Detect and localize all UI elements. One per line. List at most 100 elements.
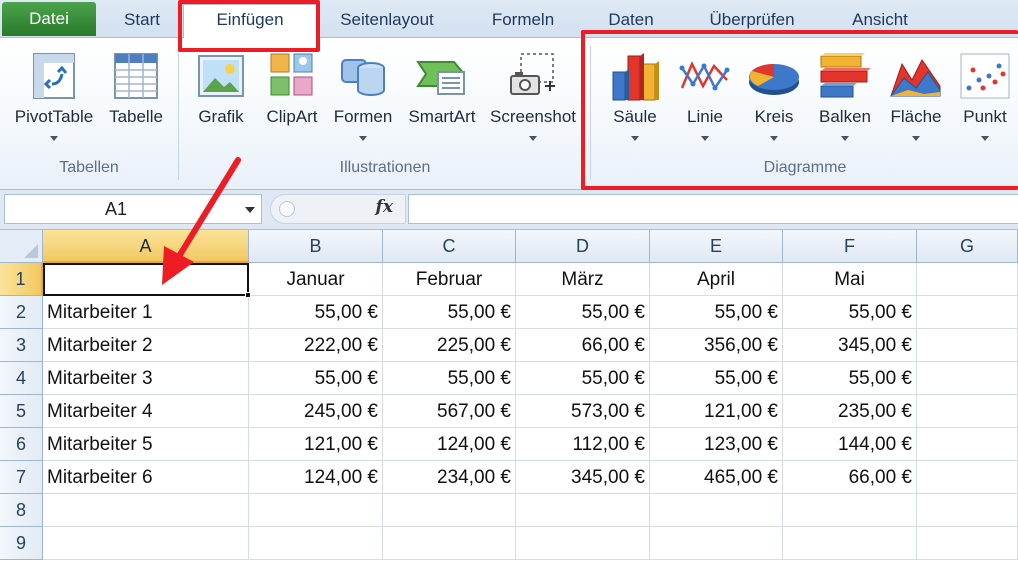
cell[interactable] xyxy=(917,395,1018,428)
cell[interactable] xyxy=(917,428,1018,461)
row-header[interactable]: 8 xyxy=(0,494,43,527)
column-header[interactable]: G xyxy=(917,230,1018,263)
cell[interactable] xyxy=(783,527,917,560)
shapes-button[interactable]: Formen xyxy=(328,46,398,154)
cell[interactable]: 55,00 € xyxy=(783,296,917,329)
pie-chart-button[interactable]: Kreis xyxy=(740,46,808,154)
fill-handle[interactable] xyxy=(245,292,251,298)
cell[interactable]: 573,00 € xyxy=(516,395,650,428)
row-header[interactable]: 4 xyxy=(0,362,43,395)
cell[interactable] xyxy=(43,527,249,560)
cell[interactable] xyxy=(917,461,1018,494)
cell[interactable]: 225,00 € xyxy=(383,329,516,362)
tab-start[interactable]: Start xyxy=(108,6,176,34)
cell[interactable]: 55,00 € xyxy=(249,362,383,395)
cell[interactable]: 112,00 € xyxy=(516,428,650,461)
cell[interactable] xyxy=(249,527,383,560)
cell[interactable]: Januar xyxy=(249,263,383,296)
cell[interactable]: 55,00 € xyxy=(650,296,783,329)
cell[interactable] xyxy=(917,362,1018,395)
cell[interactable]: 55,00 € xyxy=(249,296,383,329)
cell[interactable]: Mitarbeiter 1 xyxy=(43,296,249,329)
column-header[interactable]: B xyxy=(249,230,383,263)
cell[interactable]: 55,00 € xyxy=(783,362,917,395)
cell[interactable] xyxy=(917,263,1018,296)
table-button[interactable]: Tabelle xyxy=(102,46,170,154)
cell[interactable] xyxy=(650,527,783,560)
cell[interactable]: 121,00 € xyxy=(650,395,783,428)
cell[interactable]: 567,00 € xyxy=(383,395,516,428)
cell[interactable]: 55,00 € xyxy=(383,296,516,329)
cell[interactable]: Mitarbeiter 3 xyxy=(43,362,249,395)
cell[interactable]: 345,00 € xyxy=(783,329,917,362)
cell[interactable]: 124,00 € xyxy=(249,461,383,494)
cell[interactable] xyxy=(383,494,516,527)
cell[interactable]: April xyxy=(650,263,783,296)
row-header[interactable]: 3 xyxy=(0,329,43,362)
select-all-button[interactable] xyxy=(0,230,43,263)
insert-function-button[interactable]: fx xyxy=(270,194,406,224)
cell[interactable]: Mitarbeiter 4 xyxy=(43,395,249,428)
row-header[interactable]: 1 xyxy=(0,263,43,296)
tab-formulas[interactable]: Formeln xyxy=(478,6,568,34)
cell[interactable] xyxy=(43,263,249,296)
picture-button[interactable]: Grafik xyxy=(188,46,254,154)
cell[interactable]: 55,00 € xyxy=(650,362,783,395)
cell[interactable]: 66,00 € xyxy=(783,461,917,494)
cell[interactable]: Mitarbeiter 5 xyxy=(43,428,249,461)
cell[interactable]: 234,00 € xyxy=(383,461,516,494)
tab-page-layout[interactable]: Seitenlayout xyxy=(326,6,448,34)
cell[interactable] xyxy=(917,494,1018,527)
cell[interactable]: Februar xyxy=(383,263,516,296)
cell[interactable] xyxy=(650,494,783,527)
cell[interactable] xyxy=(249,494,383,527)
column-header[interactable]: C xyxy=(383,230,516,263)
name-box[interactable]: A1 xyxy=(4,194,262,224)
scatter-chart-button[interactable]: Punkt xyxy=(952,46,1018,154)
cell[interactable]: 123,00 € xyxy=(650,428,783,461)
cell[interactable]: 356,00 € xyxy=(650,329,783,362)
cell[interactable]: 55,00 € xyxy=(383,362,516,395)
cell[interactable]: 245,00 € xyxy=(249,395,383,428)
cell[interactable] xyxy=(43,494,249,527)
pivottable-button[interactable]: PivotTable xyxy=(4,46,104,154)
cell[interactable]: Mai xyxy=(783,263,917,296)
cell[interactable] xyxy=(516,494,650,527)
cell[interactable] xyxy=(516,527,650,560)
cell[interactable] xyxy=(917,296,1018,329)
tab-file[interactable]: Datei xyxy=(2,2,96,36)
cell[interactable]: 144,00 € xyxy=(783,428,917,461)
column-header[interactable]: F xyxy=(783,230,917,263)
cell[interactable]: 66,00 € xyxy=(516,329,650,362)
column-header[interactable]: A xyxy=(43,230,249,263)
tab-data[interactable]: Daten xyxy=(596,6,666,34)
row-header[interactable]: 9 xyxy=(0,527,43,560)
cell[interactable]: März xyxy=(516,263,650,296)
row-header[interactable]: 2 xyxy=(0,296,43,329)
smartart-button[interactable]: SmartArt xyxy=(402,46,482,154)
cell[interactable]: 235,00 € xyxy=(783,395,917,428)
tab-insert[interactable]: Einfügen xyxy=(183,4,317,38)
cell[interactable]: 222,00 € xyxy=(249,329,383,362)
column-chart-button[interactable]: Säule xyxy=(600,46,670,154)
row-header[interactable]: 5 xyxy=(0,395,43,428)
tab-view[interactable]: Ansicht xyxy=(838,6,922,34)
cell[interactable] xyxy=(917,329,1018,362)
cell[interactable]: 121,00 € xyxy=(249,428,383,461)
cell[interactable]: 345,00 € xyxy=(516,461,650,494)
cell[interactable] xyxy=(783,494,917,527)
area-chart-button[interactable]: Fläche xyxy=(884,46,948,154)
cell[interactable]: 124,00 € xyxy=(383,428,516,461)
row-header[interactable]: 6 xyxy=(0,428,43,461)
clipart-button[interactable]: ClipArt xyxy=(258,46,326,154)
cell[interactable]: 55,00 € xyxy=(516,362,650,395)
cell[interactable]: Mitarbeiter 2 xyxy=(43,329,249,362)
tab-review[interactable]: Überprüfen xyxy=(694,6,810,34)
line-chart-button[interactable]: Linie xyxy=(670,46,740,154)
column-header[interactable]: E xyxy=(650,230,783,263)
formula-input[interactable] xyxy=(408,194,1018,224)
screenshot-button[interactable]: Screenshot xyxy=(486,46,580,154)
column-header[interactable]: D xyxy=(516,230,650,263)
bar-chart-button[interactable]: Balken xyxy=(808,46,882,154)
cell[interactable] xyxy=(917,527,1018,560)
